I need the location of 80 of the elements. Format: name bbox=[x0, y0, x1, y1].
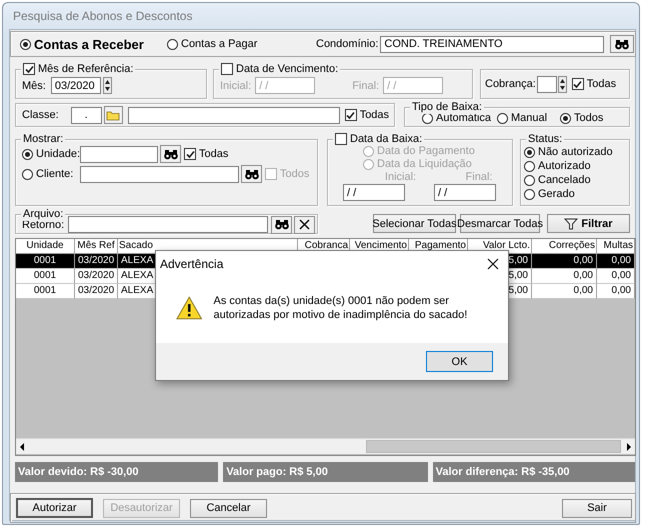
spin-button[interactable] bbox=[558, 76, 567, 92]
checkbox[interactable]: Todas bbox=[184, 148, 228, 160]
close-icon[interactable] bbox=[487, 258, 499, 270]
warning-icon bbox=[176, 296, 202, 320]
radio-button[interactable]: Unidade: bbox=[22, 148, 80, 160]
checkmark-icon bbox=[186, 150, 194, 158]
radio-button[interactable]: Cliente: bbox=[22, 168, 74, 180]
folder-button[interactable] bbox=[104, 106, 123, 124]
search-field[interactable] bbox=[80, 146, 158, 162]
month-field[interactable]: 03/2020 bbox=[50, 77, 101, 94]
radio-button[interactable]: Contas a Receber bbox=[20, 36, 144, 52]
search-field[interactable] bbox=[80, 166, 239, 182]
group-label: Status: bbox=[528, 133, 562, 145]
table-cell: 03/2020 bbox=[75, 284, 118, 299]
checkbox[interactable]: Mês de Referência: bbox=[23, 63, 134, 75]
field-label: Classe: bbox=[22, 109, 59, 121]
field-label: Final: bbox=[352, 80, 380, 92]
window-title: Pesquisa de Abonos e Descontos bbox=[13, 9, 192, 23]
class-code-field[interactable]: . bbox=[70, 106, 102, 124]
table-cell: 0001 bbox=[16, 284, 75, 299]
class-name-field[interactable] bbox=[128, 106, 340, 124]
radio-button[interactable]: Autorizado bbox=[524, 159, 629, 173]
spin-button[interactable] bbox=[102, 77, 112, 94]
checkbox[interactable]: Data da Baixa: bbox=[335, 133, 422, 145]
scrollbar-thumb[interactable] bbox=[366, 440, 621, 453]
search-button[interactable] bbox=[271, 216, 292, 234]
clear-button[interactable] bbox=[294, 216, 316, 234]
table-cell: 0,00 bbox=[597, 284, 635, 299]
radio-button[interactable]: Cancelado bbox=[524, 173, 629, 187]
file-field[interactable] bbox=[68, 216, 268, 233]
radio-button[interactable]: Todos bbox=[560, 112, 604, 124]
summary-bar: Valor diferença: R$ -35,00 bbox=[432, 462, 635, 482]
checkmark-icon bbox=[573, 80, 582, 88]
cross-icon bbox=[299, 219, 310, 230]
search-button[interactable] bbox=[241, 165, 262, 183]
spinner-arrows-icon bbox=[558, 76, 566, 92]
radio-button[interactable]: Não autorizado bbox=[524, 145, 629, 159]
field-label: Cobrança: bbox=[485, 78, 536, 90]
radio-button[interactable]: Gerado bbox=[524, 187, 629, 201]
field-label: Inicial: bbox=[384, 171, 416, 183]
table-cell: 0,00 bbox=[532, 284, 597, 299]
binoculars-icon bbox=[244, 168, 258, 180]
condominio-field[interactable]: COND. TREINAMENTO bbox=[380, 36, 604, 52]
horizontal-scrollbar[interactable] bbox=[16, 438, 635, 454]
filter-icon bbox=[564, 218, 578, 230]
footer-button[interactable]: Sair bbox=[562, 498, 632, 518]
dialog-title: Advertência bbox=[160, 257, 224, 271]
folder-icon bbox=[106, 110, 120, 120]
checkbox[interactable]: Todas bbox=[572, 78, 616, 90]
search-button[interactable] bbox=[160, 145, 181, 163]
binoculars-icon bbox=[164, 148, 178, 160]
field-label: Condomínio: bbox=[316, 38, 378, 50]
field-label: Inicial: bbox=[220, 80, 252, 92]
checkmark-icon bbox=[24, 64, 34, 74]
summary-bar: Valor pago: R$ 5,00 bbox=[223, 462, 428, 482]
date-field[interactable]: / / bbox=[434, 184, 496, 201]
radio-button[interactable]: Manual bbox=[497, 112, 548, 124]
spinner-arrows-icon bbox=[104, 78, 111, 93]
checkbox[interactable]: Todas bbox=[344, 109, 390, 121]
action-button[interactable]: Selecionar Todas bbox=[373, 214, 456, 233]
filter-button[interactable]: Filtrar bbox=[547, 214, 630, 233]
group-label: Tipo de Baixa: bbox=[412, 101, 482, 113]
radio-button[interactable]: Contas a Pagar bbox=[167, 38, 258, 50]
binoculars-icon bbox=[615, 38, 630, 50]
search-button[interactable] bbox=[610, 35, 634, 53]
footer-button[interactable]: Cancelar bbox=[190, 498, 267, 518]
date-field[interactable]: / / bbox=[343, 184, 405, 201]
summary-bar: Valor devido: R$ -30,00 bbox=[15, 462, 218, 482]
group-label: Mostrar: bbox=[23, 133, 64, 145]
checkbox[interactable]: Data de Vencimento: bbox=[221, 63, 338, 75]
group-label: Arquivo: bbox=[23, 208, 64, 220]
field-label: Retorno: bbox=[22, 218, 64, 230]
field-label: Final: bbox=[466, 171, 492, 183]
radio-button[interactable]: Automática bbox=[422, 112, 492, 124]
field-label: Mês: bbox=[22, 80, 46, 92]
binoculars-icon bbox=[274, 219, 289, 230]
checkmark-icon bbox=[346, 110, 356, 120]
footer-button[interactable]: Autorizar bbox=[16, 498, 93, 518]
cobranca-field[interactable] bbox=[536, 76, 557, 92]
ok-button[interactable]: OK bbox=[426, 351, 493, 372]
